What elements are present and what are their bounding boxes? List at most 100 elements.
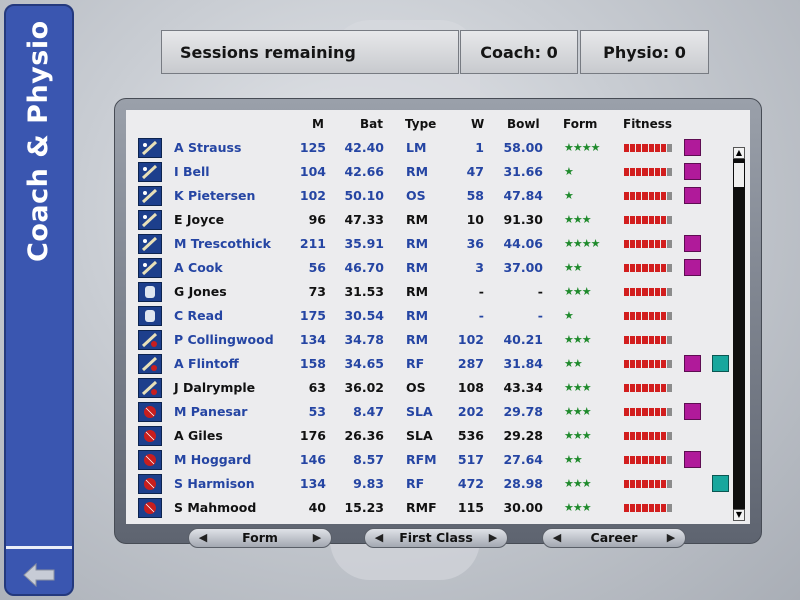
fitness-segment — [648, 312, 654, 320]
first-class-next-arrow-icon[interactable]: ▶ — [485, 529, 501, 547]
form-stars: ★★★ — [564, 429, 592, 442]
player-row[interactable]: K Pietersen 102 50.10 OS 58 47.84 ★ — [134, 184, 730, 208]
fitness-segment — [630, 216, 636, 224]
form-stars: ★ — [564, 165, 574, 178]
player-bowl-avg: 29.28 — [503, 428, 543, 443]
fitness-segment — [624, 432, 630, 440]
player-row[interactable]: A Flintoff 158 34.65 RF 287 31.84 ★★ — [134, 352, 730, 376]
fitness-segment — [666, 240, 672, 248]
player-row[interactable]: S Mahmood 40 15.23 RMF 115 30.00 ★★★ — [134, 496, 730, 520]
physio-assign-icon[interactable] — [712, 355, 729, 372]
fitness-segment — [642, 264, 648, 272]
player-name: I Bell — [174, 164, 210, 179]
player-bowl-avg: 28.98 — [503, 476, 543, 491]
scroll-down-button[interactable]: ▼ — [733, 509, 745, 521]
fitness-segment — [642, 384, 648, 392]
fitness-segment — [648, 216, 654, 224]
col-header-bowl: Bowl — [507, 117, 540, 131]
coach-assign-icon[interactable] — [684, 451, 701, 468]
coach-assign-icon[interactable] — [684, 403, 701, 420]
fitness-bar — [624, 144, 672, 152]
coach-assign-icon[interactable] — [684, 355, 701, 372]
player-matches: 40 — [308, 500, 326, 515]
player-row[interactable]: M Panesar 53 8.47 SLA 202 29.78 ★★★ — [134, 400, 730, 424]
player-bat-avg: 36.02 — [344, 380, 384, 395]
fitness-segment — [666, 408, 672, 416]
player-name: K Pietersen — [174, 188, 256, 203]
coach-assign-icon[interactable] — [684, 259, 701, 276]
form-stars: ★★★ — [564, 477, 592, 490]
player-bat-avg: 35.91 — [344, 236, 384, 251]
player-name: C Read — [174, 308, 224, 323]
fitness-segment — [624, 480, 630, 488]
form-tab[interactable]: ◀ Form ▶ — [188, 528, 332, 548]
player-row[interactable]: A Cook 56 46.70 RM 3 37.00 ★★ — [134, 256, 730, 280]
coach-count: Coach: 0 — [480, 42, 558, 62]
fitness-segment — [666, 216, 672, 224]
player-row[interactable]: A Strauss 125 42.40 LM 1 58.00 ★★★★ — [134, 136, 730, 160]
player-row[interactable]: G Jones 73 31.53 RM - - ★★★ — [134, 280, 730, 304]
career-prev-arrow-icon[interactable]: ◀ — [549, 529, 565, 547]
ball-icon — [138, 498, 162, 518]
player-row[interactable]: E Joyce 96 47.33 RM 10 91.30 ★★★ — [134, 208, 730, 232]
fitness-segment — [654, 216, 660, 224]
player-matches: 176 — [299, 428, 326, 443]
fitness-segment — [636, 456, 642, 464]
player-row[interactable]: S Harmison 134 9.83 RF 472 28.98 ★★★ — [134, 472, 730, 496]
back-button[interactable] — [16, 558, 62, 592]
physio-assign-icon[interactable] — [712, 475, 729, 492]
fitness-segment — [666, 336, 672, 344]
coach-assign-icon[interactable] — [684, 235, 701, 252]
fitness-segment — [642, 432, 648, 440]
player-bowl-avg: 31.84 — [503, 356, 543, 371]
player-matches: 102 — [299, 188, 326, 203]
fitness-segment — [642, 168, 648, 176]
fitness-segment — [648, 144, 654, 152]
fitness-segment — [636, 216, 642, 224]
coach-assign-icon[interactable] — [684, 139, 701, 156]
allrounder-icon — [138, 330, 162, 350]
scroll-up-button[interactable]: ▲ — [733, 147, 745, 159]
form-next-arrow-icon[interactable]: ▶ — [309, 529, 325, 547]
player-row[interactable]: P Collingwood 134 34.78 RM 102 40.21 ★★★ — [134, 328, 730, 352]
player-bowl-avg: 44.06 — [503, 236, 543, 251]
fitness-segment — [642, 312, 648, 320]
fitness-segment — [624, 192, 630, 200]
player-bowl-type: RM — [406, 284, 429, 299]
fitness-segment — [654, 456, 660, 464]
fitness-segment — [654, 312, 660, 320]
scrollbar[interactable]: ▲ ▼ — [733, 147, 745, 521]
player-bowl-type: RF — [406, 356, 425, 371]
scroll-thumb[interactable] — [734, 163, 744, 187]
player-row[interactable]: C Read 175 30.54 RM - - ★ — [134, 304, 730, 328]
first-class-prev-arrow-icon[interactable]: ◀ — [371, 529, 387, 547]
player-bat-avg: 15.23 — [344, 500, 384, 515]
fitness-segment — [660, 336, 666, 344]
fitness-bar — [624, 360, 672, 368]
player-row[interactable]: A Giles 176 26.36 SLA 536 29.28 ★★★ — [134, 424, 730, 448]
fitness-segment — [666, 360, 672, 368]
form-stars: ★★★ — [564, 501, 592, 514]
first-class-tab[interactable]: ◀ First Class ▶ — [364, 528, 508, 548]
player-bowl-type: OS — [406, 380, 426, 395]
col-header-matches: M — [312, 117, 324, 131]
player-bowl-type: RM — [406, 236, 429, 251]
player-wickets: 472 — [457, 476, 484, 491]
player-row[interactable]: M Hoggard 146 8.57 RFM 517 27.64 ★★ — [134, 448, 730, 472]
coach-assign-icon[interactable] — [684, 163, 701, 180]
player-row[interactable]: I Bell 104 42.66 RM 47 31.66 ★ — [134, 160, 730, 184]
coach-assign-icon[interactable] — [684, 187, 701, 204]
fitness-segment — [654, 360, 660, 368]
player-wickets: - — [478, 308, 484, 323]
physio-count: Physio: 0 — [603, 42, 686, 62]
career-next-arrow-icon[interactable]: ▶ — [663, 529, 679, 547]
career-tab[interactable]: ◀ Career ▶ — [542, 528, 686, 548]
fitness-bar — [624, 192, 672, 200]
player-wickets: 108 — [457, 380, 484, 395]
player-row[interactable]: J Dalrymple 63 36.02 OS 108 43.34 ★★★ — [134, 376, 730, 400]
form-prev-arrow-icon[interactable]: ◀ — [195, 529, 211, 547]
fitness-segment — [630, 432, 636, 440]
player-row[interactable]: M Trescothick 211 35.91 RM 36 44.06 ★★★★ — [134, 232, 730, 256]
fitness-segment — [642, 336, 648, 344]
fitness-segment — [624, 336, 630, 344]
